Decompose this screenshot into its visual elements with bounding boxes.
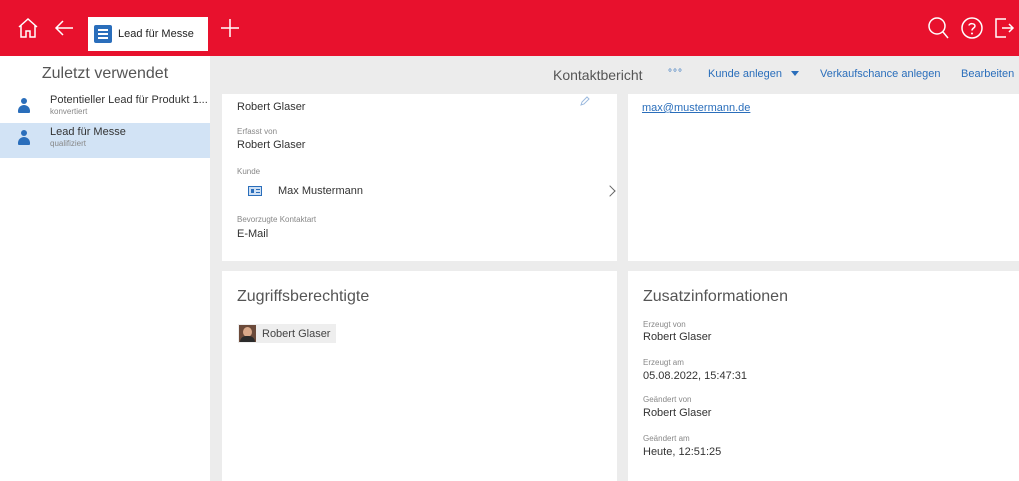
erzeugt-am-label: Erzeugt am	[643, 358, 684, 367]
help-button[interactable]	[958, 14, 986, 42]
search-button[interactable]	[924, 14, 952, 42]
home-icon	[18, 17, 38, 38]
access-card: Zugriffsberechtigte Robert Glaser	[222, 271, 617, 481]
access-title: Zugriffsberechtigte	[237, 288, 370, 305]
more-options-button[interactable]: °°°	[668, 68, 683, 79]
tab-label: Lead für Messe	[118, 28, 194, 40]
back-button[interactable]	[50, 14, 78, 42]
page-title: Kontaktbericht	[553, 67, 643, 83]
search-icon	[928, 17, 949, 39]
create-opportunity-button[interactable]: Verkaufschance anlegen	[820, 68, 940, 80]
sidebar-item-potentieller-lead[interactable]: Potentieller Lead für Produkt 1... konve…	[0, 91, 210, 126]
document-icon	[94, 25, 112, 43]
help-icon	[961, 17, 983, 39]
contact-card-icon	[248, 186, 262, 196]
erzeugt-am-value: 05.08.2022, 15:47:31	[643, 370, 747, 382]
top-bar: Lead für Messe	[0, 0, 1019, 56]
lead-icon	[18, 130, 34, 146]
lead-icon	[18, 98, 34, 114]
edit-pencil-icon[interactable]	[580, 96, 590, 106]
email-link[interactable]: max@mustermann.de	[642, 102, 750, 114]
kunde-value: Max Mustermann	[278, 185, 363, 197]
logout-icon	[995, 18, 1015, 38]
kontaktart-value: E-Mail	[237, 228, 269, 240]
recent-sidebar: Zuletzt verwendet Potentieller Lead für …	[0, 56, 210, 481]
geaendert-von-label: Geändert von	[643, 395, 692, 404]
geaendert-am-label: Geändert am	[643, 434, 690, 443]
erzeugt-von-label: Erzeugt von	[643, 320, 686, 329]
home-button[interactable]	[14, 14, 42, 42]
chevron-right-icon	[604, 185, 616, 197]
kunde-label: Kunde	[237, 167, 261, 176]
erfasst-von-label: Erfasst von	[237, 127, 278, 136]
additional-info-card: Zusatzinformationen Erzeugt von Robert G…	[628, 271, 1019, 481]
logout-button[interactable]	[990, 14, 1018, 42]
create-customer-label: Kunde anlegen	[708, 68, 783, 80]
access-user-chip[interactable]: Robert Glaser	[238, 324, 337, 343]
new-tab-button[interactable]	[216, 14, 244, 42]
sidebar-item-status: qualifiziert	[50, 139, 87, 148]
kontaktart-label: Bevorzugte Kontaktart	[237, 215, 317, 224]
top-value: Robert Glaser	[237, 101, 306, 113]
arrow-left-icon	[54, 20, 73, 36]
tab-lead-fuer-messe[interactable]: Lead für Messe	[88, 17, 208, 51]
plus-icon	[221, 19, 239, 37]
geaendert-von-value: Robert Glaser	[643, 407, 712, 419]
caret-down-icon	[791, 71, 800, 76]
geaendert-am-value: Heute, 12:51:25	[643, 446, 722, 458]
additional-info-title: Zusatzinformationen	[643, 288, 788, 305]
avatar	[239, 325, 256, 342]
sidebar-item-title: Lead für Messe	[50, 126, 126, 138]
create-customer-button[interactable]: Kunde anlegen	[708, 68, 800, 80]
erfasst-von-value: Robert Glaser	[237, 139, 306, 151]
erzeugt-von-value: Robert Glaser	[643, 331, 712, 343]
access-user-name: Robert Glaser	[262, 327, 331, 340]
sidebar-item-title: Potentieller Lead für Produkt 1...	[50, 94, 208, 106]
command-bar: Kontaktbericht °°° Kunde anlegen Verkauf…	[210, 56, 1019, 94]
kunde-link[interactable]: Max Mustermann	[248, 180, 620, 202]
sidebar-item-lead-fuer-messe[interactable]: Lead für Messe qualifiziert	[0, 123, 210, 158]
contact-card: max@mustermann.de	[628, 94, 1019, 261]
sidebar-title: Zuletzt verwendet	[41, 65, 169, 82]
sidebar-item-status: konvertiert	[50, 107, 88, 116]
details-card: Robert Glaser Erfasst von Robert Glaser …	[222, 94, 617, 261]
edit-button[interactable]: Bearbeiten	[961, 68, 1014, 80]
